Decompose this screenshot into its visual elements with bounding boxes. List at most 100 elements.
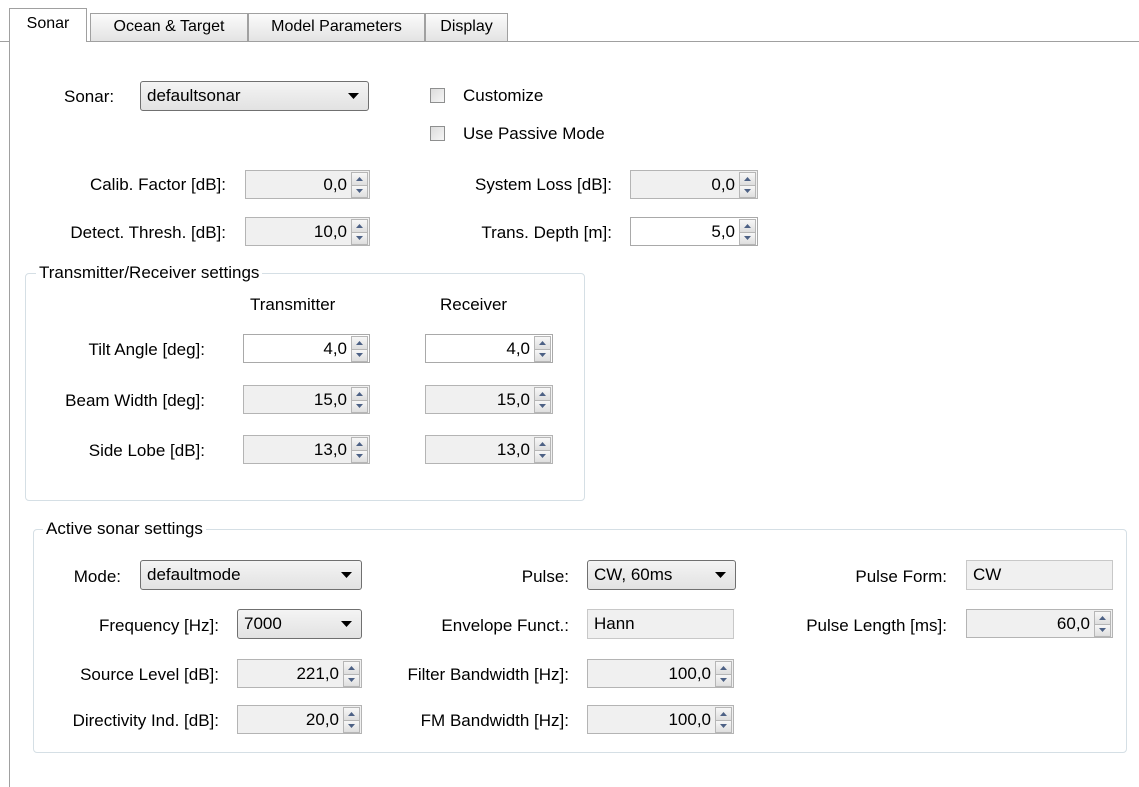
beam-width-rx-spinner[interactable]: 15,0 — [425, 385, 553, 414]
spin-down-icon[interactable] — [715, 719, 732, 733]
tilt-angle-tx-spinner[interactable]: 4,0 — [243, 334, 370, 363]
pulse-form-label: Pulse Form: — [855, 567, 947, 586]
spin-down-icon[interactable] — [351, 399, 368, 413]
spin-down-icon[interactable] — [534, 399, 551, 413]
filter-bandwidth-label: Filter Bandwidth [Hz]: — [407, 665, 569, 684]
directivity-index-value: 20,0 — [305, 710, 339, 729]
spin-up-icon[interactable] — [715, 707, 732, 721]
detect-thresh-value: 10,0 — [313, 222, 347, 241]
filter-bandwidth-spinner[interactable]: 100,0 — [587, 659, 734, 688]
tab-model-parameters[interactable]: Model Parameters — [248, 13, 425, 41]
spin-down-icon[interactable] — [351, 184, 368, 198]
fm-bandwidth-value: 100,0 — [668, 710, 711, 729]
source-level-label: Source Level [dB]: — [80, 665, 219, 684]
side-lobe-rx-value: 13,0 — [496, 440, 530, 459]
spin-up-icon[interactable] — [534, 336, 551, 350]
side-lobe-label: Side Lobe [dB]: — [88, 441, 205, 460]
tilt-angle-rx-value: 4,0 — [506, 339, 530, 358]
passive-mode-checkbox[interactable] — [430, 126, 445, 141]
directivity-index-spinner[interactable]: 20,0 — [237, 705, 362, 734]
chevron-down-icon — [348, 93, 359, 99]
calib-factor-value: 0,0 — [323, 175, 347, 194]
spin-up-icon[interactable] — [534, 437, 551, 451]
spin-down-icon[interactable] — [715, 673, 732, 687]
spin-down-icon[interactable] — [739, 231, 756, 245]
pulse-form-field: CW — [966, 560, 1113, 590]
mode-label: Mode: — [73, 567, 121, 586]
spin-up-icon[interactable] — [343, 661, 360, 675]
filter-bandwidth-value: 100,0 — [668, 664, 711, 683]
spin-down-icon[interactable] — [1094, 623, 1111, 637]
tilt-angle-rx-spinner[interactable]: 4,0 — [425, 334, 553, 363]
spin-down-icon[interactable] — [351, 231, 368, 245]
sonar-select-value: defaultsonar — [147, 86, 241, 105]
transmitter-column-header: Transmitter — [250, 295, 336, 314]
sonar-select[interactable]: defaultsonar — [140, 81, 369, 111]
beam-width-tx-spinner[interactable]: 15,0 — [243, 385, 370, 414]
beam-width-tx-value: 15,0 — [313, 390, 347, 409]
spin-down-icon[interactable] — [351, 348, 368, 362]
receiver-column-header: Receiver — [440, 295, 508, 314]
frequency-select[interactable]: 7000 — [237, 609, 362, 639]
spin-down-icon[interactable] — [343, 673, 360, 687]
spin-down-icon[interactable] — [343, 719, 360, 733]
passive-mode-label: Use Passive Mode — [463, 124, 605, 143]
pulse-select-value: CW, 60ms — [594, 565, 673, 584]
directivity-index-label: Directivity Ind. [dB]: — [72, 711, 219, 730]
customize-label: Customize — [463, 86, 544, 105]
spin-up-icon[interactable] — [1094, 611, 1111, 625]
source-level-value: 221,0 — [296, 664, 339, 683]
frequency-label: Frequency [Hz]: — [99, 616, 219, 635]
system-loss-label: System Loss [dB]: — [475, 175, 612, 194]
spin-down-icon[interactable] — [534, 449, 551, 463]
chevron-down-icon — [341, 621, 352, 627]
fm-bandwidth-spinner[interactable]: 100,0 — [587, 705, 734, 734]
calib-factor-label: Calib. Factor [dB]: — [89, 175, 226, 194]
side-lobe-rx-spinner[interactable]: 13,0 — [425, 435, 553, 464]
pulse-length-label: Pulse Length [ms]: — [806, 616, 947, 635]
transmitter-receiver-title: Transmitter/Receiver settings — [36, 263, 263, 283]
spin-up-icon[interactable] — [343, 707, 360, 721]
tab-sonar[interactable]: Sonar — [9, 8, 87, 42]
spin-up-icon[interactable] — [739, 172, 756, 186]
spin-up-icon[interactable] — [351, 219, 368, 233]
mode-select[interactable]: defaultmode — [140, 560, 362, 590]
detect-thresh-spinner[interactable]: 10,0 — [245, 217, 370, 246]
active-sonar-title: Active sonar settings — [43, 519, 206, 539]
calib-factor-spinner[interactable]: 0,0 — [245, 170, 370, 199]
spin-up-icon[interactable] — [739, 219, 756, 233]
spin-up-icon[interactable] — [351, 336, 368, 350]
spin-down-icon[interactable] — [534, 348, 551, 362]
spin-up-icon[interactable] — [351, 437, 368, 451]
spin-up-icon[interactable] — [534, 387, 551, 401]
pulse-select[interactable]: CW, 60ms — [587, 560, 736, 590]
tilt-angle-tx-value: 4,0 — [323, 339, 347, 358]
spin-down-icon[interactable] — [351, 449, 368, 463]
spin-down-icon[interactable] — [739, 184, 756, 198]
mode-select-value: defaultmode — [147, 565, 241, 584]
frequency-select-value: 7000 — [244, 614, 282, 633]
spin-up-icon[interactable] — [351, 172, 368, 186]
pulse-length-value: 60,0 — [1056, 614, 1090, 633]
tilt-angle-label: Tilt Angle [deg]: — [88, 340, 205, 359]
system-loss-value: 0,0 — [711, 175, 735, 194]
fm-bandwidth-label: FM Bandwidth [Hz]: — [420, 711, 569, 730]
chevron-down-icon — [715, 572, 726, 578]
tab-strip-line — [0, 41, 1139, 42]
envelope-function-label: Envelope Funct.: — [441, 616, 569, 635]
trans-depth-spinner[interactable]: 5,0 — [630, 217, 758, 246]
beam-width-label: Beam Width [deg]: — [65, 391, 205, 410]
tab-display[interactable]: Display — [425, 13, 508, 41]
spin-up-icon[interactable] — [715, 661, 732, 675]
envelope-function-field: Hann — [587, 609, 734, 639]
side-lobe-tx-spinner[interactable]: 13,0 — [243, 435, 370, 464]
tab-ocean-target[interactable]: Ocean & Target — [90, 13, 248, 41]
pulse-length-spinner[interactable]: 60,0 — [966, 609, 1113, 638]
source-level-spinner[interactable]: 221,0 — [237, 659, 362, 688]
spin-up-icon[interactable] — [351, 387, 368, 401]
system-loss-spinner[interactable]: 0,0 — [630, 170, 758, 199]
customize-checkbox[interactable] — [430, 88, 445, 103]
chevron-down-icon — [341, 572, 352, 578]
trans-depth-label: Trans. Depth [m]: — [481, 223, 612, 242]
beam-width-rx-value: 15,0 — [496, 390, 530, 409]
